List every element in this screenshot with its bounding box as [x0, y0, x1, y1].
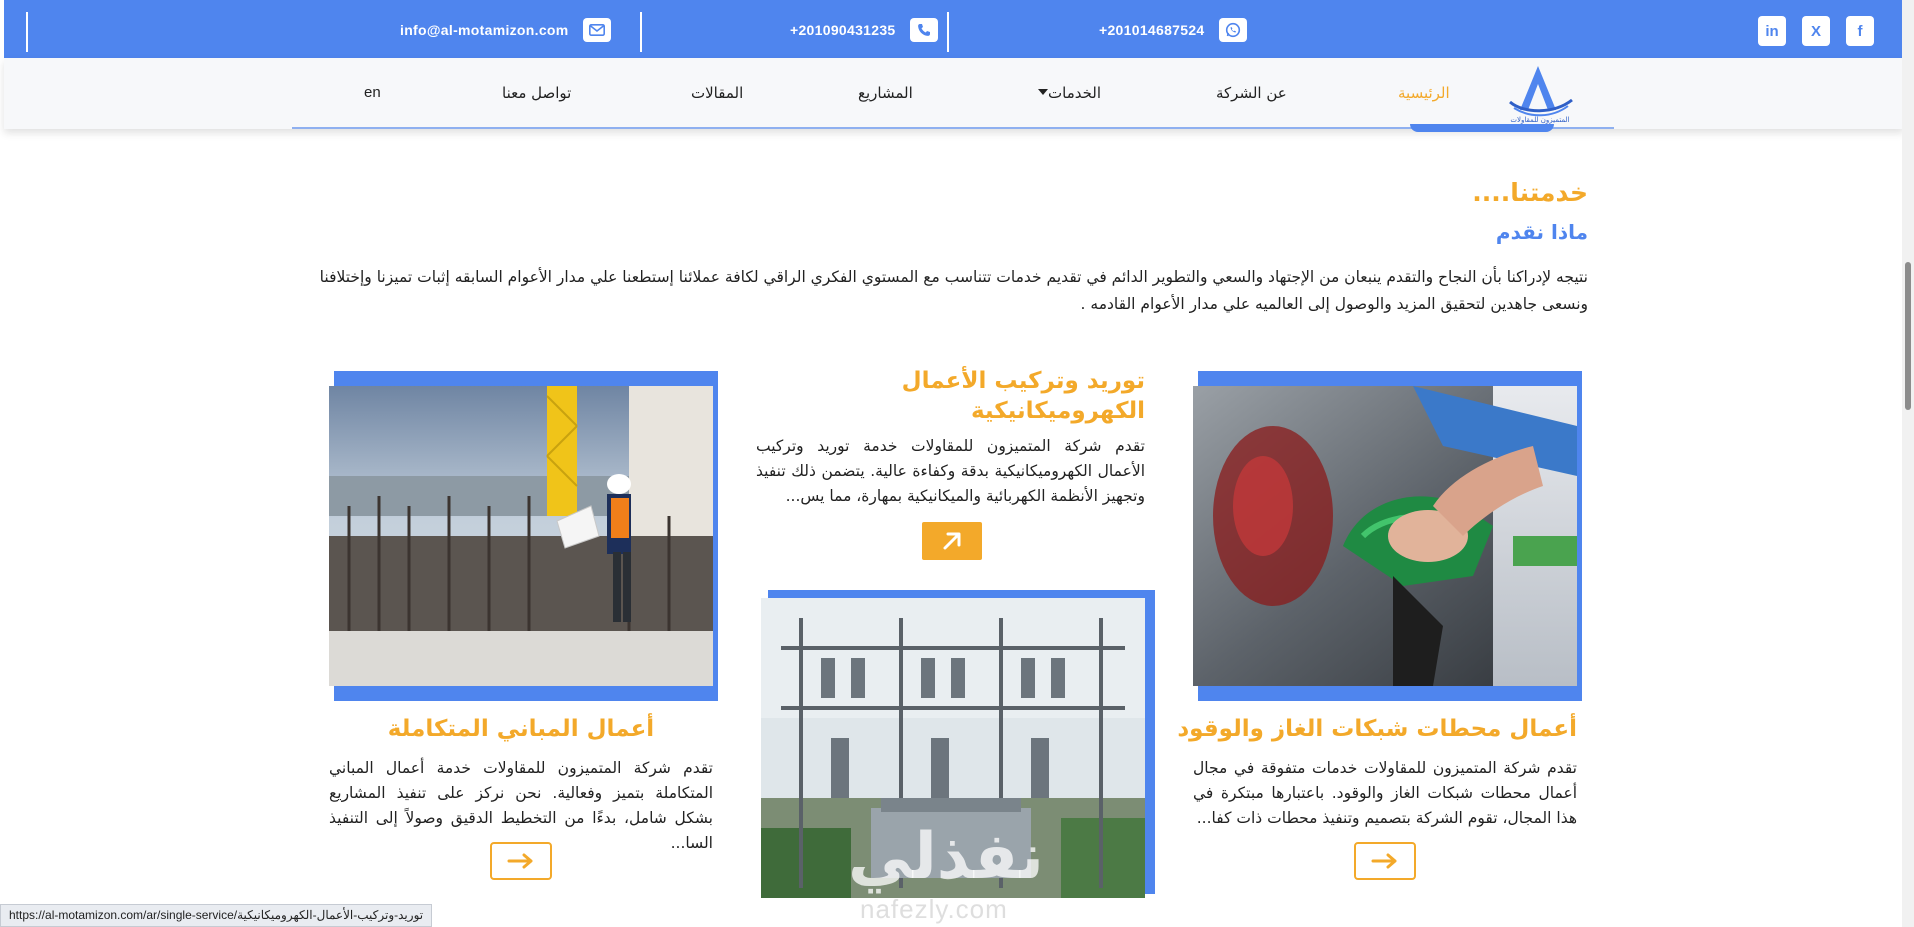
company-logo[interactable]: المتميزون للمقاولات	[1504, 62, 1576, 126]
topbar-divider	[26, 12, 28, 52]
read-more-button[interactable]	[922, 522, 982, 560]
card-text: تقدم شركة المتميزون للمقاولات خدمة توريد…	[756, 437, 1145, 505]
watermark-latin: nafezly.com	[860, 894, 1008, 924]
section-subtitle: ماذا نقدم	[1495, 220, 1588, 244]
topbar-divider	[640, 12, 642, 52]
phone-contact[interactable]: +201090431235	[790, 16, 938, 44]
arrow-up-right-icon	[943, 532, 961, 550]
facebook-icon[interactable]: f	[1846, 16, 1874, 46]
card-title[interactable]: أعمال محطات شبكات الغاز والوقود	[1177, 716, 1577, 742]
arrow-right-icon	[507, 853, 533, 869]
card-text: تقدم شركة المتميزون للمقاولات خدمة أعمال…	[329, 759, 713, 852]
chevron-down-icon	[1038, 89, 1048, 95]
section-description: نتيجه لإدراكنا بأن النجاح والتقدم ينبعان…	[319, 268, 1588, 313]
linkedin-icon[interactable]: in	[1758, 16, 1786, 46]
x-twitter-icon[interactable]: X	[1802, 16, 1830, 46]
email-contact[interactable]: info@al-motamizon.com	[400, 16, 611, 44]
scrollbar-thumb[interactable]	[1905, 262, 1911, 410]
browser-status-url: https://al-motamizon.com/ar/single-servi…	[0, 904, 433, 927]
nav-contact[interactable]: تواصل معنا	[502, 84, 571, 102]
page-scrollbar[interactable]	[1902, 0, 1914, 927]
phone-text[interactable]: +201090431235	[790, 22, 896, 38]
nav-about[interactable]: عن الشركة	[1216, 84, 1287, 102]
nav-services-label: الخدمات	[1048, 84, 1102, 102]
section-title: خدمتنا....	[1472, 178, 1588, 207]
fuel-nozzle-image	[1193, 386, 1577, 686]
envelope-icon	[582, 18, 611, 42]
whatsapp-contact[interactable]: +201014687524	[1099, 16, 1247, 44]
logo-text: المتميزون للمقاولات	[1510, 116, 1569, 124]
card-title[interactable]: توريد وتركيب الأعمال الكهروميكانيكية	[756, 366, 1145, 426]
topbar-divider	[947, 12, 949, 52]
nav-language[interactable]: en	[364, 84, 381, 101]
read-more-button[interactable]	[1354, 842, 1416, 880]
top-contact-bar: info@al-motamizon.com +201090431235 +201…	[4, 0, 1904, 58]
whatsapp-icon	[1218, 18, 1247, 42]
main-navbar	[4, 58, 1904, 129]
construction-site-image	[329, 386, 713, 686]
nav-home[interactable]: الرئيسية	[1398, 84, 1450, 102]
whatsapp-text[interactable]: +201014687524	[1099, 22, 1205, 38]
nav-articles[interactable]: المقالات	[691, 84, 743, 102]
card-title[interactable]: أعمال المباني المتكاملة	[329, 716, 713, 742]
arrow-right-icon	[1371, 853, 1397, 869]
nav-services[interactable]: الخدمات	[1032, 84, 1101, 102]
read-more-button[interactable]	[490, 842, 552, 880]
watermark-arabic: نفذلي	[848, 820, 1044, 894]
nav-projects[interactable]: المشاريع	[858, 84, 913, 102]
phone-icon	[909, 18, 938, 42]
email-text[interactable]: info@al-motamizon.com	[400, 22, 569, 38]
card-text: تقدم شركة المتميزون للمقاولات خدمات متفو…	[1193, 759, 1577, 827]
